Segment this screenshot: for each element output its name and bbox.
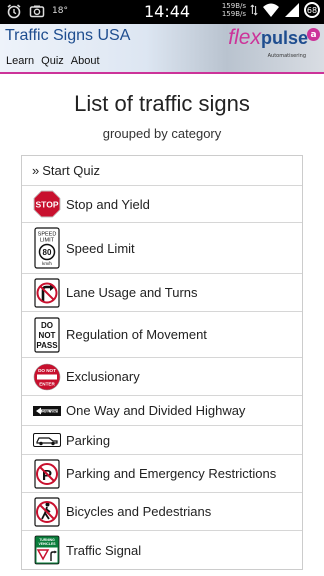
logo-wordmark: flexpulse	[228, 26, 308, 50]
category-row-bicycles-pedestrians[interactable]: Bicycles and Pedestrians	[22, 493, 302, 531]
no-pedestrians-sign-icon	[32, 496, 62, 527]
dnp-text-3: PASS	[36, 341, 58, 350]
category-label: Bicycles and Pedestrians	[66, 504, 212, 519]
parking-car-sign-icon	[32, 433, 62, 447]
data-transfer-icon	[250, 4, 258, 16]
clock: 14:44	[144, 2, 191, 21]
tv-text-2: VEHICLES	[39, 542, 57, 546]
one-way-text: ONE WAY	[42, 409, 59, 413]
category-label: Parking	[66, 432, 111, 448]
category-row-traffic-signal[interactable]: TURNING VEHICLES Traffic Signal	[22, 531, 302, 569]
category-label: Regulation of Movement	[66, 327, 207, 342]
nav-about[interactable]: About	[71, 55, 100, 67]
notification-text: 18°	[52, 6, 68, 16]
turning-vehicles-yield-sign-icon: TURNING VEHICLES	[32, 535, 62, 565]
stop-sign-text: STOP	[36, 200, 59, 210]
nav-learn[interactable]: Learn	[6, 55, 34, 67]
no-parking-sign-icon: P	[32, 458, 62, 489]
speed-sign-text-2: LIMIT	[40, 238, 55, 244]
category-list: » Start Quiz STOP Stop and Yield SPEED L…	[21, 155, 303, 570]
page-title: List of traffic signs	[74, 91, 250, 116]
category-label: One Way and Divided Highway	[66, 403, 246, 418]
page-subtitle: grouped by category	[102, 126, 222, 141]
signal-icon	[285, 3, 299, 17]
category-label: Exclusionary	[66, 369, 140, 384]
category-row-speed-limit[interactable]: SPEED LIMIT 80 km/h Speed Limit	[22, 223, 302, 274]
dne-text-1: DO NOT	[38, 368, 56, 373]
category-row-lane-usage[interactable]: Lane Usage and Turns	[22, 274, 302, 312]
speed-sign-unit: km/h	[42, 261, 52, 266]
category-row-one-way[interactable]: ONE WAY One Way and Divided Highway	[22, 396, 302, 426]
category-row-parking-restrictions[interactable]: P Parking and Emergency Restrictions	[22, 455, 302, 493]
speed-sign-value: 80	[43, 248, 52, 257]
dnp-text-1: DO	[41, 321, 53, 330]
download-speed: 159B/s	[221, 10, 246, 18]
app-title: Traffic Signs USA	[5, 27, 131, 44]
status-bar: 18° 14:44 159B/s 159B/s 68	[0, 0, 324, 24]
network-speed: 159B/s 159B/s	[222, 2, 246, 18]
nav-bar: Learn Quiz About	[6, 55, 100, 67]
logo-badge: a	[307, 28, 320, 41]
alarm-icon	[7, 4, 21, 19]
category-label: Traffic Signal	[66, 542, 142, 558]
double-chevron-icon: »	[32, 163, 40, 178]
category-label: Parking and Emergency Restrictions	[66, 466, 277, 481]
battery-icon: 68	[304, 2, 320, 18]
dnp-text-2: NOT	[39, 331, 56, 340]
one-way-sign-icon: ONE WAY	[32, 405, 62, 416]
no-right-turn-sign-icon	[32, 277, 62, 308]
category-row-exclusionary[interactable]: DO NOT ENTER Exclusionary	[22, 358, 302, 396]
logo-pulse: pulse	[260, 28, 308, 48]
do-not-enter-sign-icon: DO NOT ENTER	[32, 363, 62, 391]
do-not-pass-sign-icon: DO NOT PASS	[32, 316, 62, 353]
category-row-regulation-of-movement[interactable]: DO NOT PASS Regulation of Movement	[22, 312, 302, 358]
dne-text-2: ENTER	[39, 381, 55, 386]
logo-flex: flex	[228, 26, 261, 49]
category-label: Lane Usage and Turns	[66, 285, 198, 300]
logo-subtext: Automatisering	[267, 53, 306, 59]
start-quiz-row[interactable]: » Start Quiz	[22, 156, 302, 186]
camera-icon	[29, 5, 45, 18]
start-quiz-label: Start Quiz	[42, 163, 101, 178]
category-label: Stop and Yield	[66, 196, 150, 212]
category-label: Speed Limit	[66, 240, 135, 256]
upload-speed: 159B/s	[221, 2, 246, 10]
flexpulse-logo: flexpulse Automatisering a	[204, 26, 320, 68]
speed-limit-sign-icon: SPEED LIMIT 80 km/h	[32, 227, 62, 269]
category-row-stop-and-yield[interactable]: STOP Stop and Yield	[22, 186, 302, 223]
nav-quiz[interactable]: Quiz	[41, 55, 64, 67]
wifi-icon	[263, 3, 279, 17]
category-row-parking[interactable]: Parking	[22, 426, 302, 455]
app-header: Traffic Signs USA Learn Quiz About flexp…	[0, 24, 324, 74]
stop-sign-icon: STOP	[32, 190, 62, 218]
